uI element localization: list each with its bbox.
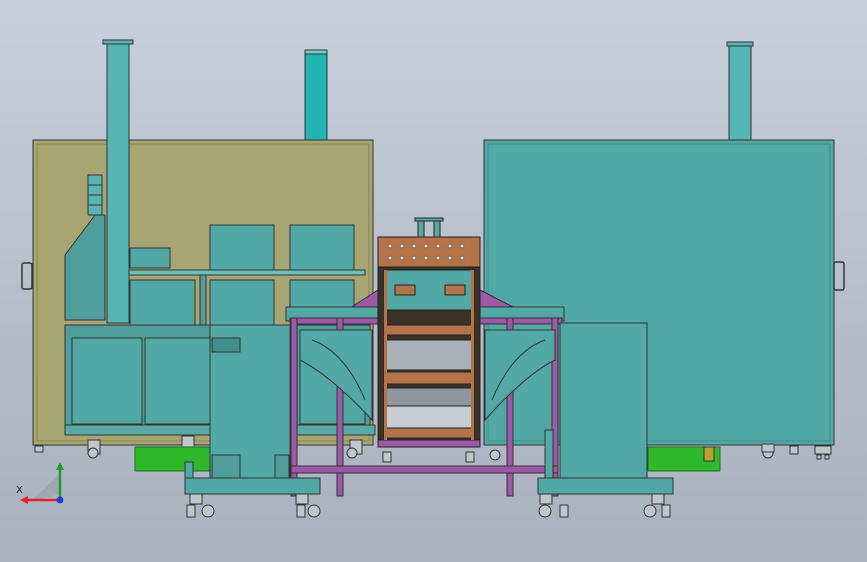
z-axis-dot (56, 496, 64, 504)
x-axis-label: X (16, 485, 23, 496)
machine-assembly-drawing (21, 39, 845, 518)
center-casters (346, 447, 501, 463)
right-cabinet (483, 139, 845, 460)
left-cabinet (21, 139, 376, 459)
right-exhaust-stack (726, 41, 754, 141)
center-exhaust-stack (304, 49, 328, 141)
left-exhaust-stack (102, 39, 134, 324)
center-process-module (377, 217, 481, 448)
cad-viewport[interactable]: X (0, 0, 867, 562)
left-green-base (134, 446, 216, 472)
